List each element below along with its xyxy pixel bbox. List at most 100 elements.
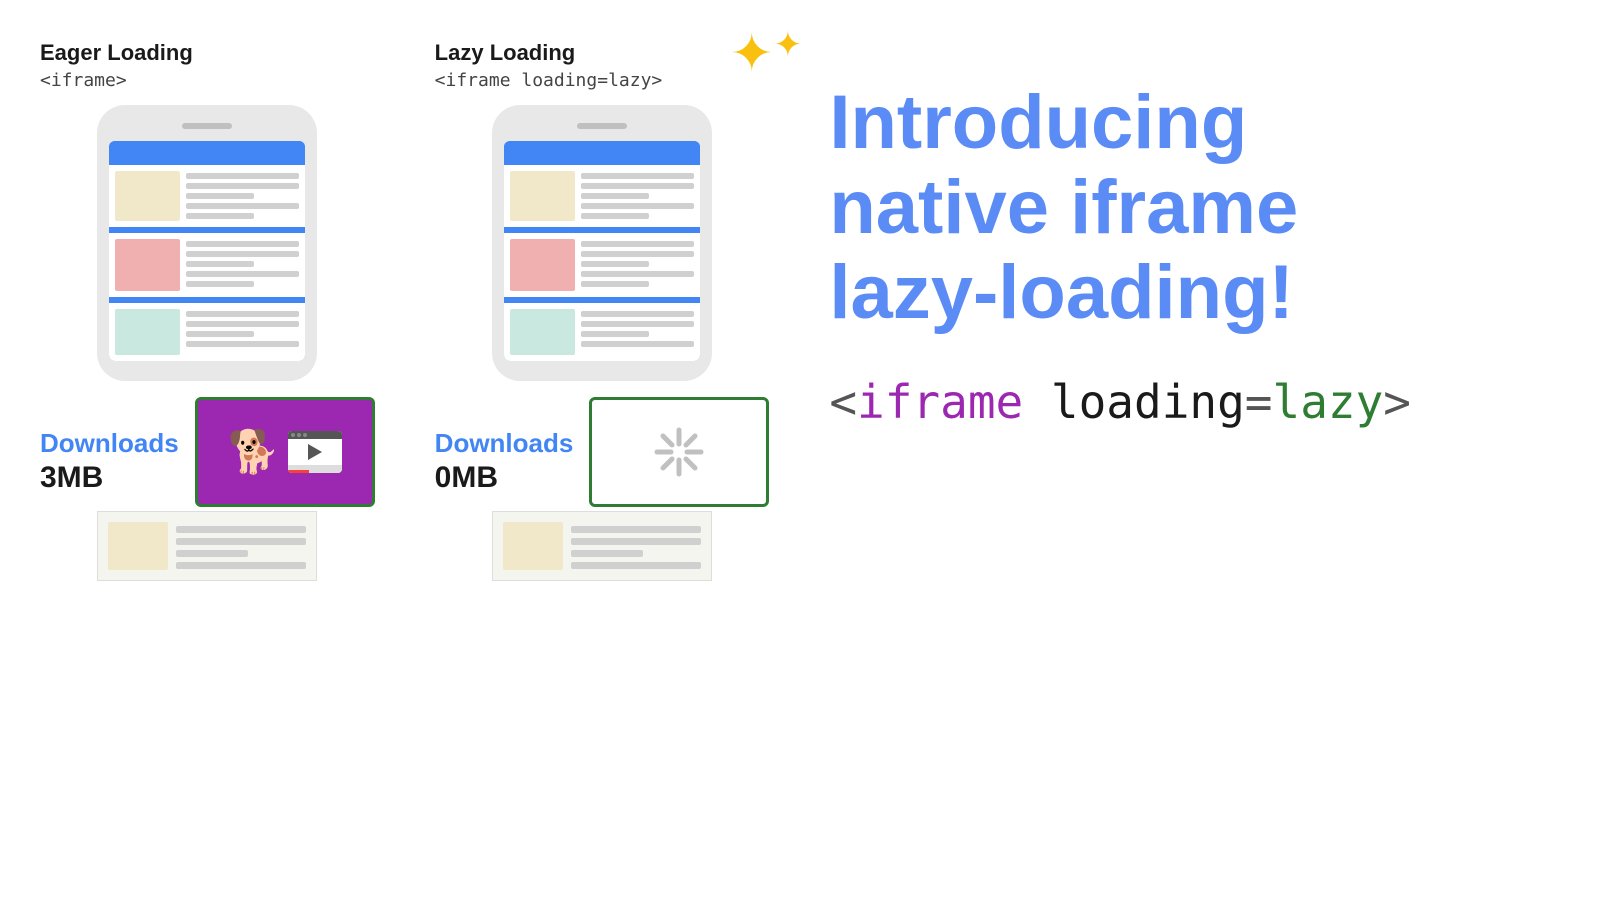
line bbox=[581, 251, 694, 257]
img-placeholder-1 bbox=[115, 171, 180, 221]
text-section: Introducing native iframe lazy-loading! … bbox=[769, 30, 1560, 429]
content-block-2 bbox=[109, 233, 305, 297]
headline-line3: lazy-loading! bbox=[829, 250, 1560, 335]
loading-spinner-icon bbox=[649, 422, 709, 482]
line bbox=[581, 261, 649, 267]
line bbox=[176, 562, 306, 569]
video-progress bbox=[288, 470, 310, 473]
line bbox=[186, 183, 299, 189]
eager-downloads-area: Downloads 3MB bbox=[40, 428, 179, 495]
line bbox=[186, 311, 299, 317]
below-lines-lazy bbox=[571, 522, 701, 569]
code-close-bracket: > bbox=[1383, 375, 1411, 429]
img-placeholder-3 bbox=[115, 309, 180, 355]
code-example: <iframe loading=lazy> bbox=[829, 375, 1560, 429]
eager-downloads-row: Downloads 3MB 🐕 bbox=[40, 397, 375, 507]
line bbox=[571, 538, 701, 545]
content-lines-1 bbox=[186, 171, 299, 219]
lazy-column: Lazy Loading <iframe loading=lazy> ✦✦ bbox=[435, 40, 770, 581]
line bbox=[581, 203, 694, 209]
img-placeholder-2 bbox=[510, 239, 575, 291]
line bbox=[186, 331, 254, 337]
line bbox=[581, 331, 649, 337]
line bbox=[186, 321, 299, 327]
line bbox=[581, 213, 649, 219]
phone-speaker bbox=[182, 123, 232, 129]
line bbox=[581, 341, 694, 347]
line bbox=[176, 538, 306, 545]
phones-section: Eager Loading <iframe> bbox=[40, 40, 769, 581]
video-dot bbox=[291, 433, 295, 437]
content-block-1 bbox=[109, 165, 305, 227]
phone-speaker bbox=[577, 123, 627, 129]
eager-column: Eager Loading <iframe> bbox=[40, 40, 375, 581]
line bbox=[186, 173, 299, 179]
eager-downloads-value: 3MB bbox=[40, 461, 103, 495]
separator bbox=[109, 229, 305, 231]
line bbox=[581, 281, 649, 287]
screen-header bbox=[504, 141, 700, 163]
img-placeholder-3 bbox=[510, 309, 575, 355]
line bbox=[571, 562, 701, 569]
play-triangle-icon bbox=[308, 444, 322, 460]
video-top-bar bbox=[288, 431, 342, 439]
lazy-downloads-value: 0MB bbox=[435, 461, 498, 495]
lazy-code: <iframe loading=lazy> bbox=[435, 70, 663, 91]
eager-below-phone bbox=[97, 511, 317, 581]
video-dot bbox=[297, 433, 301, 437]
separator bbox=[504, 299, 700, 301]
eager-code: <iframe> bbox=[40, 70, 127, 91]
line bbox=[186, 251, 299, 257]
line bbox=[186, 261, 254, 267]
eager-iframe-preview: 🐕 bbox=[195, 397, 375, 507]
screen-header bbox=[109, 141, 305, 163]
video-play-area bbox=[288, 439, 342, 465]
main-container: Eager Loading <iframe> bbox=[0, 0, 1600, 919]
line bbox=[571, 526, 701, 533]
video-bottom-bar bbox=[288, 465, 342, 473]
video-dot bbox=[303, 433, 307, 437]
content-block-3 bbox=[109, 303, 305, 361]
separator bbox=[504, 229, 700, 231]
lazy-phone-frame bbox=[492, 105, 712, 381]
line bbox=[581, 183, 694, 189]
content-lines-2 bbox=[581, 239, 694, 287]
line bbox=[581, 173, 694, 179]
line bbox=[571, 550, 643, 557]
code-attr-value-lazy: lazy bbox=[1273, 375, 1384, 429]
content-block-2 bbox=[504, 233, 700, 297]
eager-downloads-label: Downloads bbox=[40, 428, 179, 459]
dog-icon: 🐕 bbox=[228, 428, 280, 477]
headline: Introducing native iframe lazy-loading! bbox=[829, 80, 1560, 335]
line bbox=[186, 341, 299, 347]
content-lines-1 bbox=[581, 171, 694, 219]
img-placeholder-2 bbox=[115, 239, 180, 291]
headline-line2: native iframe bbox=[829, 165, 1560, 250]
lazy-below-phone bbox=[492, 511, 712, 581]
lazy-iframe-preview bbox=[589, 397, 769, 507]
separator bbox=[109, 299, 305, 301]
code-attr-loading: loading bbox=[1051, 375, 1245, 429]
code-iframe-keyword: iframe bbox=[857, 375, 1023, 429]
content-lines-3 bbox=[581, 309, 694, 347]
code-open-bracket: < bbox=[829, 375, 857, 429]
lazy-downloads-label: Downloads bbox=[435, 428, 574, 459]
eager-title: Eager Loading bbox=[40, 40, 193, 66]
lazy-phone-screen bbox=[504, 141, 700, 361]
content-block-1 bbox=[504, 165, 700, 227]
below-lines-eager bbox=[176, 522, 306, 569]
line bbox=[581, 311, 694, 317]
eager-phone-frame bbox=[97, 105, 317, 381]
below-img-eager bbox=[108, 522, 168, 570]
content-lines-2 bbox=[186, 239, 299, 287]
line bbox=[581, 271, 694, 277]
line bbox=[176, 526, 306, 533]
line bbox=[581, 193, 649, 199]
line bbox=[581, 321, 694, 327]
lazy-title: Lazy Loading bbox=[435, 40, 576, 66]
line bbox=[581, 241, 694, 247]
line bbox=[186, 193, 254, 199]
lazy-downloads-area: Downloads 0MB bbox=[435, 428, 574, 495]
eager-phone-screen bbox=[109, 141, 305, 361]
content-block-3 bbox=[504, 303, 700, 361]
